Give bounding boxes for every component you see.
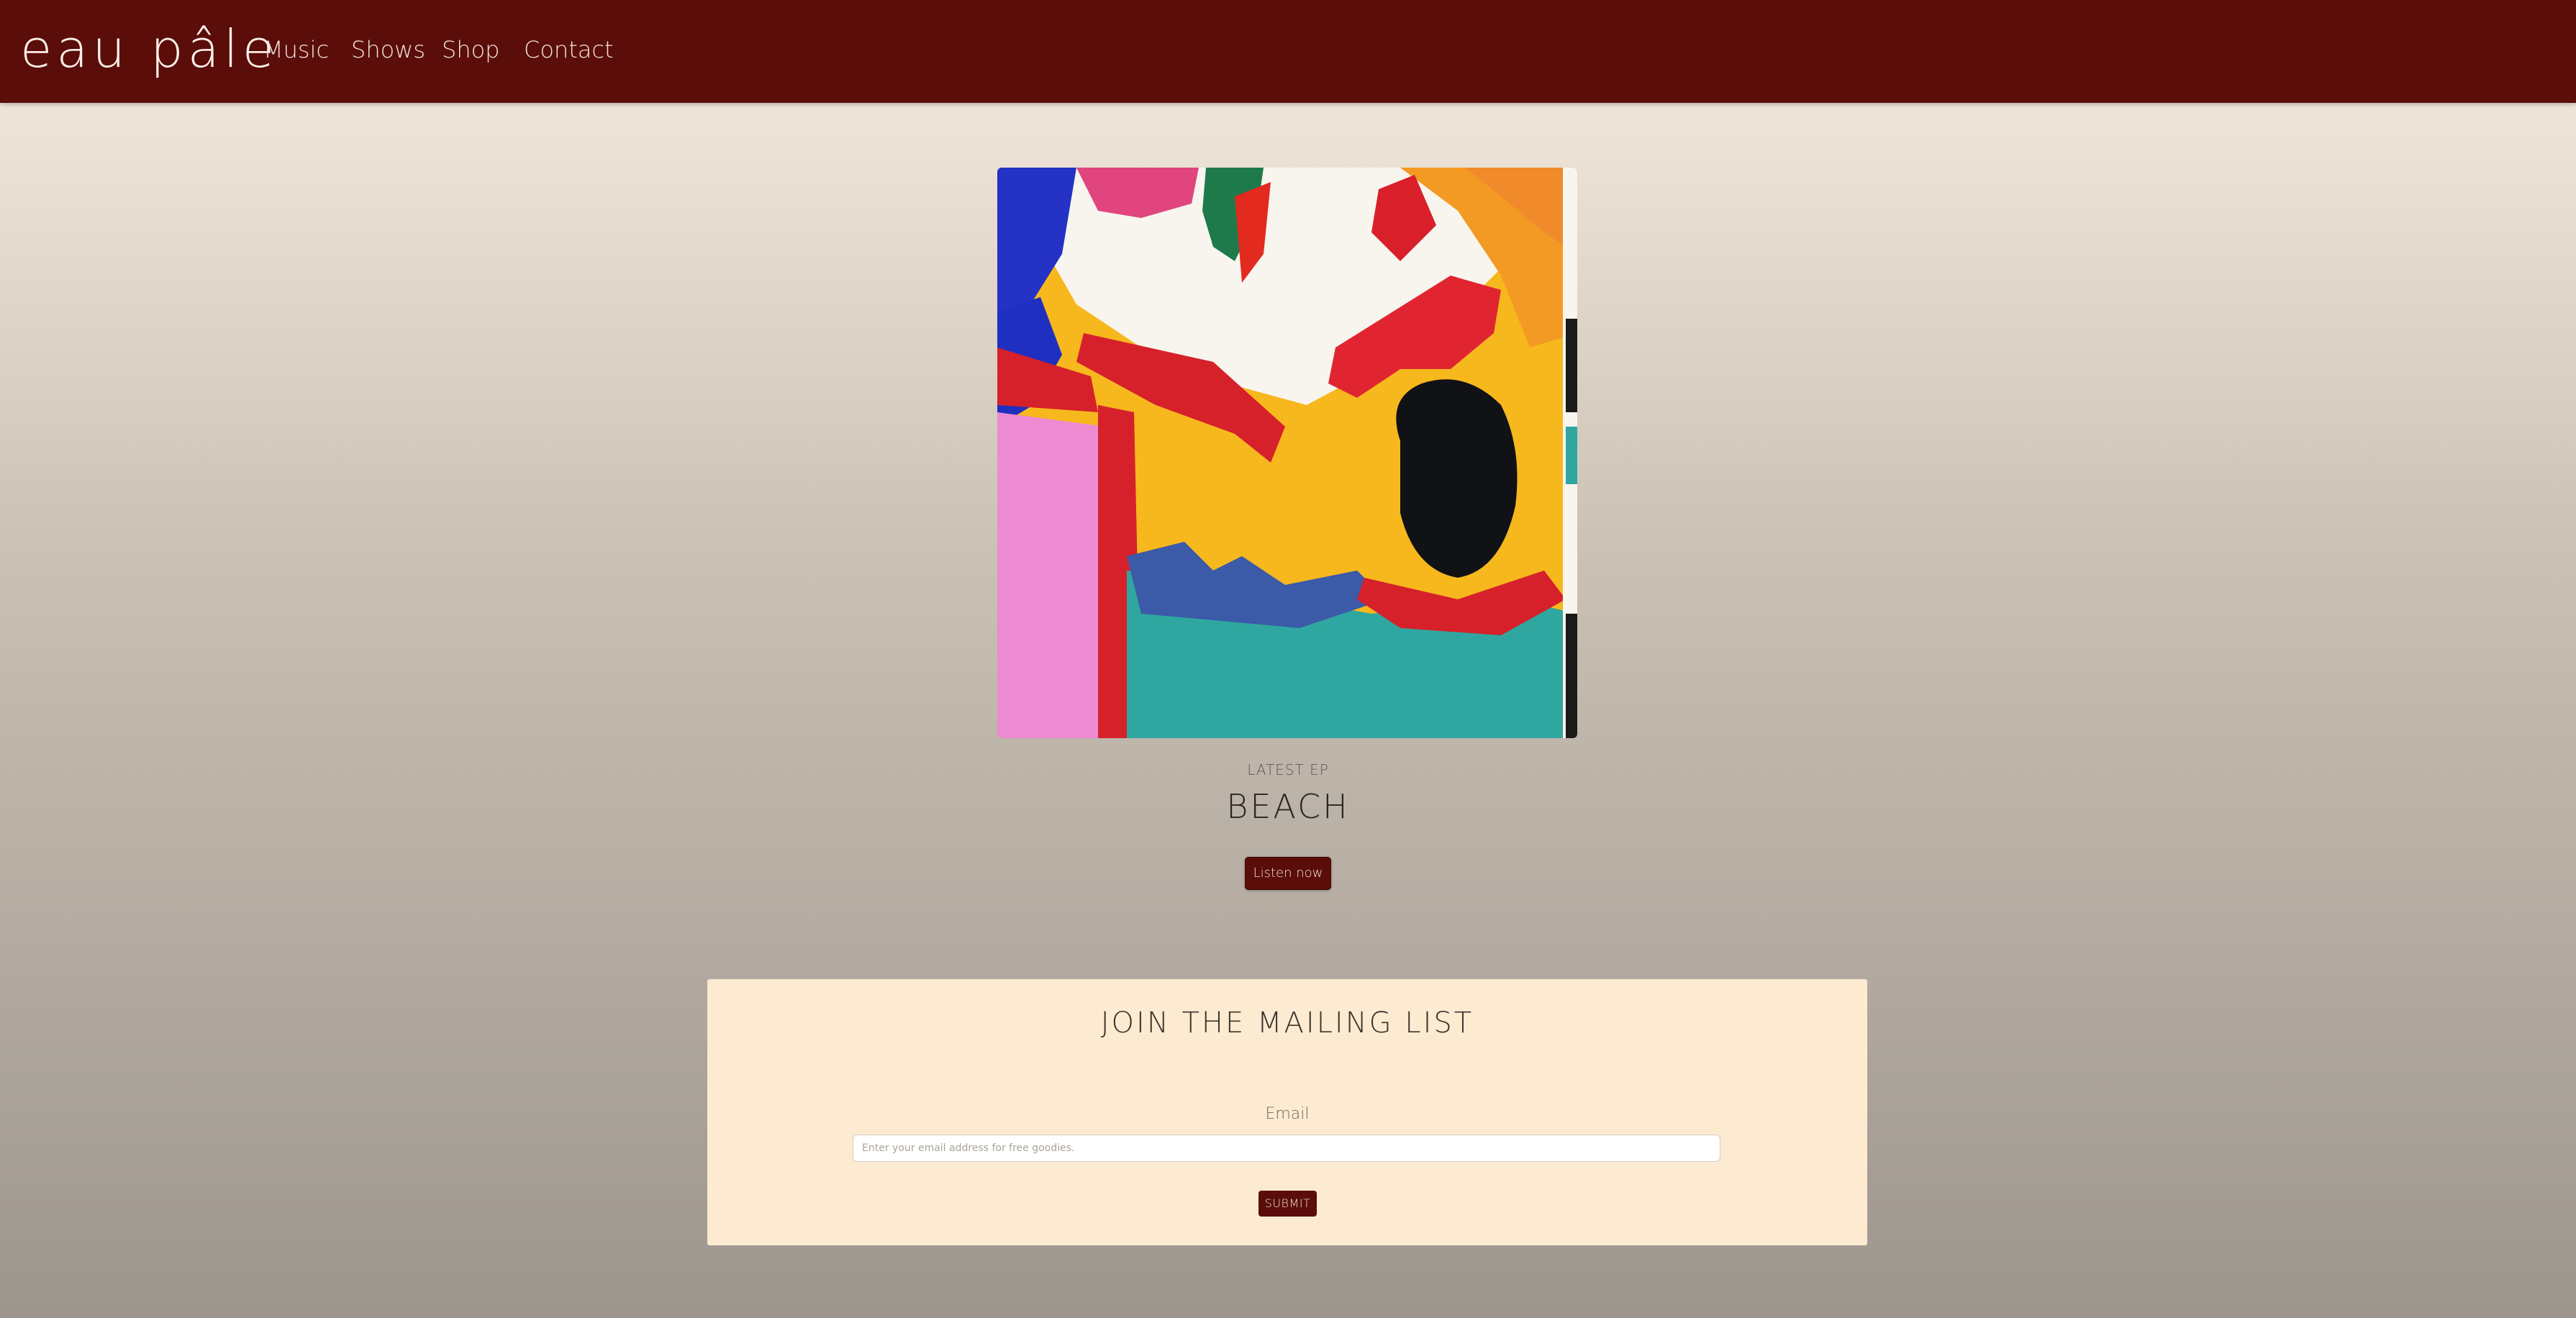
release-title: BEACH [1226,787,1350,826]
mailing-list-form: JOIN THE MAILING LIST Email SUBMIT [707,979,1867,1245]
nav-link-music[interactable]: Music [263,29,329,71]
email-input[interactable] [853,1135,1720,1162]
nav-link-contact[interactable]: Contact [524,29,614,71]
latest-ep-caption: LATEST EP [1247,761,1329,778]
nav-link-shows[interactable]: Shows [351,29,425,71]
submit-button[interactable]: SUBMIT [1258,1191,1317,1217]
nav-link-shop[interactable]: Shop [442,29,499,71]
email-label: Email [1265,1105,1310,1123]
top-navbar: eau pâle Music Shows Shop Contact [0,0,2576,103]
album-cover-image [997,168,1577,738]
mailing-list-title: JOIN THE MAILING LIST [1100,1006,1474,1040]
brand-logo[interactable]: eau pâle [20,13,278,85]
listen-now-button[interactable]: Listen now [1245,857,1331,890]
abstract-painting-artwork [997,168,1577,738]
